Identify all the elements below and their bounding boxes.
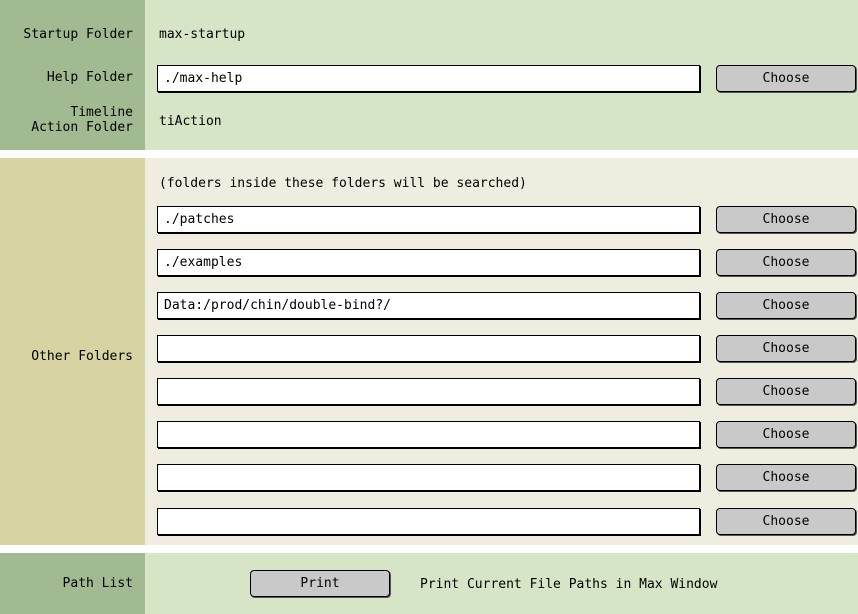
other-folders-note: (folders inside these folders will be se… [159,176,527,191]
startup-folder-value: max-startup [159,27,246,42]
other-folder-field-7[interactable] [157,464,700,491]
folders-top-section: max-startup ./max-help Choose tiAction S… [0,0,858,150]
other-folder-choose-button-8[interactable]: Choose [716,508,856,535]
other-folder-choose-button-3[interactable]: Choose [716,292,856,319]
other-folder-field-1[interactable]: ./patches [157,206,700,233]
top-content-area: max-startup ./max-help Choose tiAction [145,0,858,150]
other-folder-field-5[interactable] [157,378,700,405]
other-folder-choose-button-6[interactable]: Choose [716,421,856,448]
timeline-label-line2: Action Folder [31,120,133,135]
help-folder-choose-button[interactable]: Choose [716,65,856,92]
pathlist-content-area: Print Print Current File Paths in Max Wi… [145,553,858,614]
startup-folder-label: Startup Folder [23,27,133,42]
help-folder-field[interactable]: ./max-help [157,65,700,92]
other-folder-field-6[interactable] [157,421,700,448]
other-folder-choose-button-5[interactable]: Choose [716,378,856,405]
timeline-action-folder-value: tiAction [159,114,222,129]
print-button[interactable]: Print [250,570,390,597]
path-list-label: Path List [62,576,133,591]
other-folder-choose-button-2[interactable]: Choose [716,249,856,276]
other-folder-field-4[interactable] [157,335,700,362]
other-folder-choose-button-4[interactable]: Choose [716,335,856,362]
help-folder-label: Help Folder [46,70,133,85]
other-folders-label: Other Folders [31,349,133,364]
other-folder-field-2[interactable]: ./examples [157,249,700,276]
path-list-section: Print Print Current File Paths in Max Wi… [0,553,858,614]
other-folder-field-3[interactable]: Data:/prod/chin/double-bind?/ [157,292,700,319]
other-folder-field-8[interactable] [157,508,700,535]
other-folder-choose-button-1[interactable]: Choose [716,206,856,233]
other-content-area: (folders inside these folders will be se… [145,158,858,545]
other-folders-section: (folders inside these folders will be se… [0,158,858,545]
timeline-label-line1: Timeline [70,105,133,120]
other-folder-choose-button-7[interactable]: Choose [716,464,856,491]
print-description: Print Current File Paths in Max Window [420,577,718,592]
